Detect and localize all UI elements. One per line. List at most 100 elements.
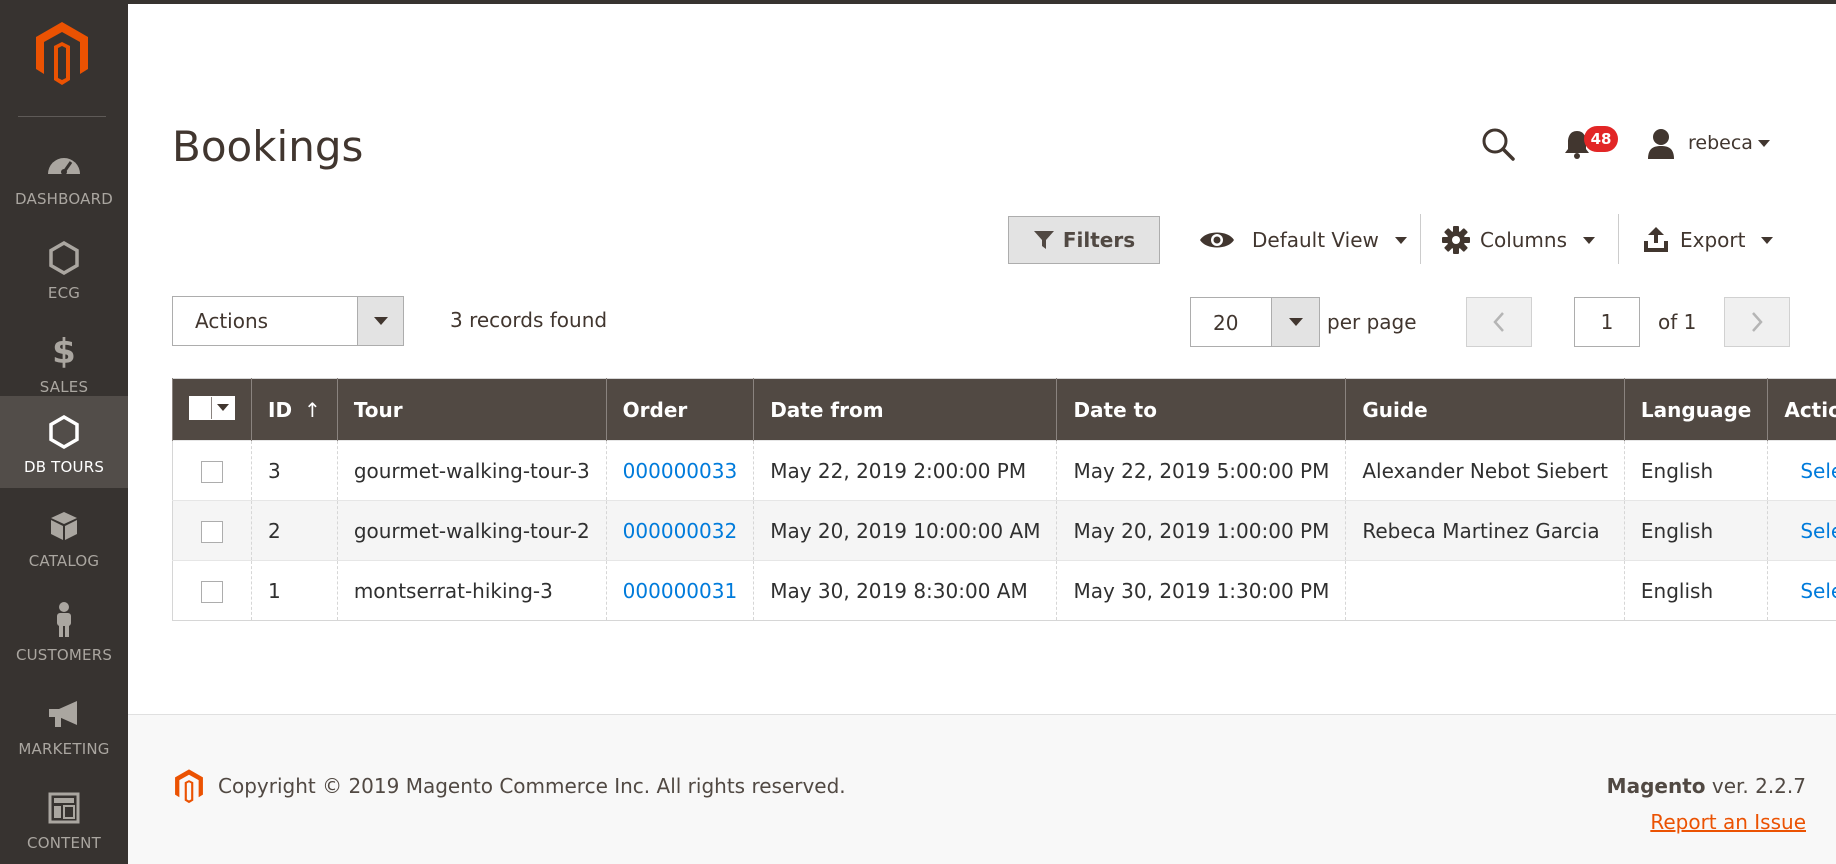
magento-logo[interactable] — [34, 20, 90, 86]
table-row: 1 montserrat-hiking-3 000000031 May 30, … — [172, 560, 1836, 621]
row-action-select[interactable]: Select — [1784, 459, 1836, 483]
actions-dropdown-toggle[interactable] — [357, 297, 403, 345]
column-header-order[interactable]: Order — [605, 378, 755, 441]
sidebar-divider — [18, 116, 106, 117]
box-icon — [51, 512, 77, 540]
actions-label: Actions — [195, 309, 269, 333]
toolbar-divider — [1618, 214, 1619, 264]
column-header-tour[interactable]: Tour — [336, 378, 607, 441]
user-icon[interactable] — [1646, 128, 1676, 160]
report-issue-link[interactable]: Report an Issue — [1650, 810, 1806, 834]
cell-id: 1 — [251, 560, 338, 621]
cell-date-to: May 22, 2019 5:00:00 PM — [1056, 440, 1347, 501]
chevron-left-icon — [1493, 312, 1504, 332]
mass-select-control[interactable] — [189, 395, 235, 420]
table-row: 2 gourmet-walking-tour-2 000000032 May 2… — [172, 500, 1836, 561]
column-header-id[interactable]: ID ↑ — [251, 378, 338, 441]
sidebar-item-label: CATALOG — [28, 552, 100, 570]
filter-icon — [1033, 231, 1054, 249]
page-title: Bookings — [172, 122, 364, 171]
mass-select-column[interactable] — [172, 378, 252, 441]
sidebar-item-db-tours[interactable]: DB TOURS — [0, 396, 128, 488]
row-checkbox[interactable] — [201, 460, 223, 483]
sidebar-item-customers[interactable]: CUSTOMERS — [0, 584, 128, 676]
search-icon[interactable] — [1480, 126, 1516, 162]
table-row: 3 gourmet-walking-tour-3 000000033 May 2… — [172, 440, 1836, 501]
row-checkbox[interactable] — [201, 520, 223, 543]
sidebar-item-label: MARKETING — [18, 740, 110, 758]
view-label: Default View — [1252, 228, 1379, 252]
version-info: Magento ver. 2.2.7 — [1607, 774, 1806, 798]
sidebar-item-content[interactable]: CONTENT — [0, 772, 128, 864]
next-page-button[interactable] — [1724, 297, 1790, 347]
chevron-down-icon — [1761, 236, 1774, 244]
hexagon-icon — [49, 241, 79, 275]
grid-header-row: ID ↑ Tour Order Date from Date to Guide L… — [172, 378, 1836, 441]
cell-tour: montserrat-hiking-3 — [336, 560, 607, 621]
order-link[interactable]: 000000031 — [623, 579, 738, 603]
sidebar-item-sales[interactable]: $ SALES — [0, 316, 128, 408]
cell-language: English — [1623, 560, 1769, 621]
chevron-down-icon — [373, 317, 388, 325]
per-page-label: per page — [1327, 310, 1417, 334]
brand-name: Magento — [1606, 774, 1706, 798]
page-number-input[interactable]: 1 — [1574, 297, 1640, 347]
cell-date-to: May 30, 2019 1:30:00 PM — [1056, 560, 1347, 621]
cell-date-from: May 30, 2019 8:30:00 AM — [753, 560, 1058, 621]
cell-tour: gourmet-walking-tour-3 — [336, 440, 607, 501]
column-header-date-from[interactable]: Date from — [753, 378, 1058, 441]
sidebar-item-catalog[interactable]: CATALOG — [0, 490, 128, 582]
sidebar-item-label: DB TOURS — [23, 458, 105, 476]
cell-language: English — [1623, 440, 1769, 501]
cell-tour: gourmet-walking-tour-2 — [336, 500, 607, 561]
bookings-grid: ID ↑ Tour Order Date from Date to Guide L… — [172, 378, 1836, 621]
page-total: of 1 — [1658, 310, 1697, 334]
row-checkbox[interactable] — [201, 580, 223, 603]
columns-control[interactable]: Columns — [1442, 216, 1596, 264]
column-header-guide[interactable]: Guide — [1345, 378, 1625, 441]
export-icon — [1644, 227, 1668, 252]
export-control[interactable]: Export — [1642, 216, 1774, 264]
person-icon — [57, 602, 71, 637]
cell-guide — [1345, 560, 1625, 621]
cell-date-from: May 22, 2019 2:00:00 PM — [753, 440, 1058, 501]
cell-id: 3 — [251, 440, 338, 501]
notification-badge[interactable]: 48 — [1584, 126, 1618, 152]
row-action-select[interactable]: Select — [1784, 579, 1836, 603]
sidebar-item-ecg[interactable]: ECG — [0, 222, 128, 314]
per-page-toggle[interactable] — [1271, 298, 1319, 346]
chevron-down-icon — [1288, 318, 1303, 326]
chevron-right-icon — [1752, 312, 1763, 332]
sidebar-item-label: ECG — [47, 284, 81, 302]
sidebar-item-label: SALES — [39, 378, 89, 396]
chevron-down-icon — [1394, 236, 1407, 244]
sidebar-item-label: DASHBOARD — [15, 190, 113, 208]
cell-id: 2 — [251, 500, 338, 561]
sidebar-item-marketing[interactable]: MARKETING — [0, 678, 128, 770]
previous-page-button[interactable] — [1466, 297, 1532, 347]
eye-icon — [1200, 232, 1234, 248]
columns-label: Columns — [1480, 228, 1568, 252]
per-page-select[interactable]: 20 — [1190, 297, 1320, 347]
sidebar-item-label: CUSTOMERS — [15, 646, 113, 664]
magento-logo — [175, 769, 203, 804]
cell-language: English — [1623, 500, 1769, 561]
sidebar-item-dashboard[interactable]: DASHBOARD — [0, 128, 128, 220]
admin-sidebar: DASHBOARD ECG $ SALES DB TOURS CATALOG C… — [0, 0, 128, 864]
dashboard-icon — [48, 158, 80, 175]
mass-actions-dropdown[interactable]: Actions — [172, 296, 404, 346]
column-header-language[interactable]: Language — [1623, 378, 1769, 441]
filters-button[interactable]: Filters — [1008, 216, 1160, 264]
version-number: ver. 2.2.7 — [1705, 774, 1806, 798]
column-header-date-to[interactable]: Date to — [1056, 378, 1347, 441]
column-header-action: Action — [1767, 378, 1836, 441]
order-link[interactable]: 000000032 — [623, 519, 738, 543]
user-name[interactable]: rebeca — [1688, 132, 1753, 154]
copyright-text: Copyright © 2019 Magento Commerce Inc. A… — [218, 774, 846, 798]
view-switcher[interactable]: Default View — [1198, 216, 1407, 264]
order-link[interactable]: 000000033 — [623, 459, 738, 483]
cell-guide: Alexander Nebot Siebert — [1345, 440, 1625, 501]
chevron-down-icon[interactable] — [1758, 140, 1770, 147]
megaphone-icon — [49, 701, 77, 727]
row-action-select[interactable]: Select — [1784, 519, 1836, 543]
